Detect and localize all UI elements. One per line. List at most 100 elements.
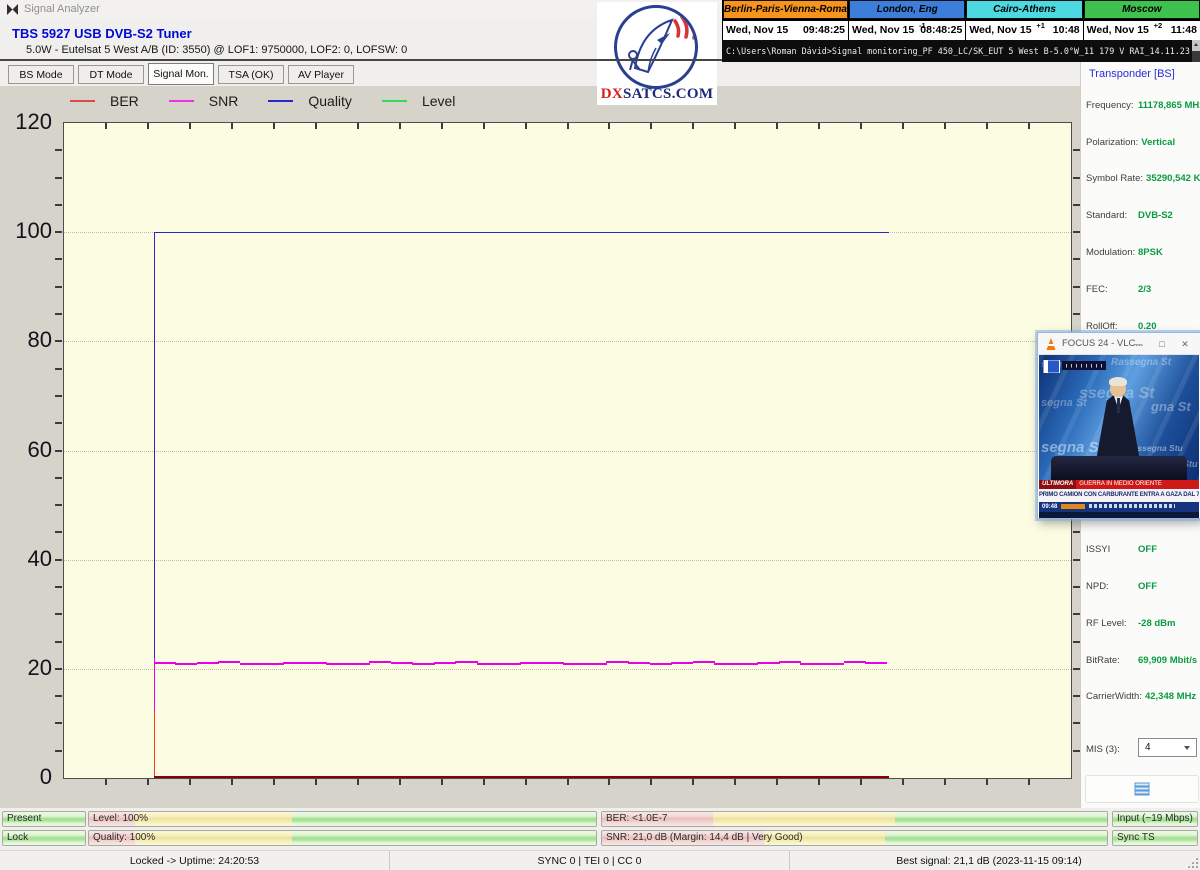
x-tick-top (357, 123, 359, 129)
panel-action-button[interactable] (1085, 775, 1199, 803)
close-button[interactable]: ✕ (1175, 333, 1195, 355)
snr-line (434, 662, 456, 664)
gridline (64, 560, 1071, 561)
app-icon (7, 4, 18, 15)
x-tick-bottom (441, 779, 443, 785)
resize-grip[interactable] (1187, 857, 1198, 868)
transponder-value: 11178,865 MHz (1138, 100, 1200, 111)
tuner-title: TBS 5927 USB DVB-S2 Tuner (12, 26, 192, 41)
y-tick-right (1073, 531, 1080, 533)
mis-dropdown[interactable]: 4 (1138, 738, 1197, 757)
clock-berlin-paris-vienna-roma: Berlin-Paris-Vienna-RomaWed, Nov 1509:48… (722, 0, 848, 40)
y-tick-left (55, 641, 62, 643)
clock-time-row: Wed, Nov 15+211:48 (1084, 21, 1200, 40)
chart-legend: BERSNRQualityLevel (70, 93, 485, 109)
meter-text: SNR: 21,0 dB (Margin: 14,4 dB | Very Goo… (606, 832, 803, 843)
x-tick-top (608, 123, 610, 129)
y-axis-label: 0 (0, 764, 52, 790)
vlc-titlebar[interactable]: FOCUS 24 - VLC... — □ ✕ (1038, 333, 1200, 355)
list-layers-icon (1135, 783, 1150, 796)
transponder-value: OFF (1138, 544, 1157, 555)
y-tick-right (1073, 231, 1080, 233)
vlc-window: FOCUS 24 - VLC... — □ ✕ ssegna StRassegn… (1037, 332, 1200, 519)
y-tick-right (1073, 722, 1080, 724)
tab-bs-mode[interactable]: BS Mode (8, 65, 74, 84)
ber-start-spike (154, 711, 156, 778)
presenter-head (1110, 379, 1126, 397)
gridline (64, 451, 1071, 452)
transponder-row-symbolrate: Symbol Rate:35290,542 KS/s (1086, 173, 1198, 186)
y-tick-right (1073, 149, 1080, 151)
x-tick-bottom (1028, 779, 1030, 785)
y-tick-left (55, 559, 62, 561)
tab-av-player[interactable]: AV Player (288, 65, 354, 84)
transponder-label: RollOff: (1086, 321, 1118, 332)
snr-line (305, 662, 327, 664)
presenter-tie (1117, 398, 1120, 413)
transponder-value: DVB-S2 (1138, 210, 1173, 221)
y-tick-left (55, 395, 62, 397)
transponder-value: -28 dBm (1138, 618, 1175, 629)
y-tick-left (55, 340, 62, 342)
tab-dt-mode[interactable]: DT Mode (78, 65, 144, 84)
statusbar-section: Locked -> Uptime: 24:20:53 (0, 851, 390, 870)
transponder-row-bitrate: BitRate:69,909 Mbit/s (1086, 655, 1198, 668)
x-tick-top (944, 123, 946, 129)
x-tick-top (986, 123, 988, 129)
x-tick-top (147, 123, 149, 129)
x-tick-bottom (273, 779, 275, 785)
breaking-news-ticker: ULTIMORAGUERRA IN MEDIO ORIENTE (1039, 480, 1199, 489)
y-tick-left (55, 613, 62, 615)
x-tick-bottom (986, 779, 988, 785)
statusbar-section: Best signal: 21,1 dB (2023-11-15 09:14) (790, 851, 1188, 870)
tuner-subtitle: 5.0W - Eutelsat 5 West A/B (ID: 3550) @ … (26, 44, 407, 56)
y-tick-left (55, 313, 62, 315)
x-tick-top (315, 123, 317, 129)
y-tick-right (1073, 750, 1080, 752)
tab-signal-mon-[interactable]: Signal Mon. (148, 63, 214, 85)
console-scrollbar[interactable] (1192, 40, 1200, 62)
meter-text: Sync TS (1117, 832, 1155, 843)
tab-tsa-ok-[interactable]: TSA (OK) (218, 65, 284, 84)
x-tick-top (483, 123, 485, 129)
snr-line (175, 663, 197, 665)
snr-line (520, 662, 542, 664)
y-tick-left (55, 368, 62, 370)
snr-line (628, 662, 650, 664)
x-tick-bottom (567, 779, 569, 785)
y-tick-left (55, 286, 62, 288)
vlc-video-area: ssegna StRassegna Stssegna Stgna Stsegna… (1039, 355, 1199, 480)
y-tick-left (55, 477, 62, 479)
meter-sync-ts: Sync TS (1112, 830, 1198, 846)
snr-line (822, 663, 844, 665)
clock-time: 10:48 (1053, 24, 1080, 36)
snr-line (412, 663, 434, 665)
clock-utc-offset: +2 (1154, 21, 1163, 30)
chart-zone: BERSNRQualityLevel 020406080100120 (0, 86, 1080, 808)
transponder-value: 0.20 (1138, 321, 1157, 332)
transponder-value: OFF (1138, 581, 1157, 592)
clock-time: 08:48:25 (920, 24, 962, 36)
snr-line (240, 663, 262, 665)
clock-time-row: Wed, Nov 1509:48:25 (723, 21, 848, 40)
studio-watermark: Rassegna St (1111, 357, 1171, 368)
x-tick-bottom (692, 779, 694, 785)
minimize-button[interactable]: — (1128, 333, 1148, 355)
scroll-up-icon (1194, 43, 1198, 46)
legend-label: SNR (209, 93, 239, 109)
snr-line (197, 662, 219, 664)
x-tick-bottom (818, 779, 820, 785)
snr-line (477, 663, 499, 665)
x-tick-bottom (147, 779, 149, 785)
x-tick-bottom (189, 779, 191, 785)
transponder-value: 42,348 MHz (1145, 691, 1196, 704)
x-tick-bottom (776, 779, 778, 785)
maximize-button[interactable]: □ (1152, 333, 1172, 355)
snr-line (736, 663, 758, 665)
y-tick-right (1073, 286, 1080, 288)
transponder-label: Standard: (1086, 210, 1127, 221)
clock-date: Wed, Nov 15 (852, 24, 914, 36)
meter-zone (135, 831, 292, 845)
studio-watermark: gna St (1151, 399, 1191, 414)
meter-zone (895, 812, 1107, 826)
